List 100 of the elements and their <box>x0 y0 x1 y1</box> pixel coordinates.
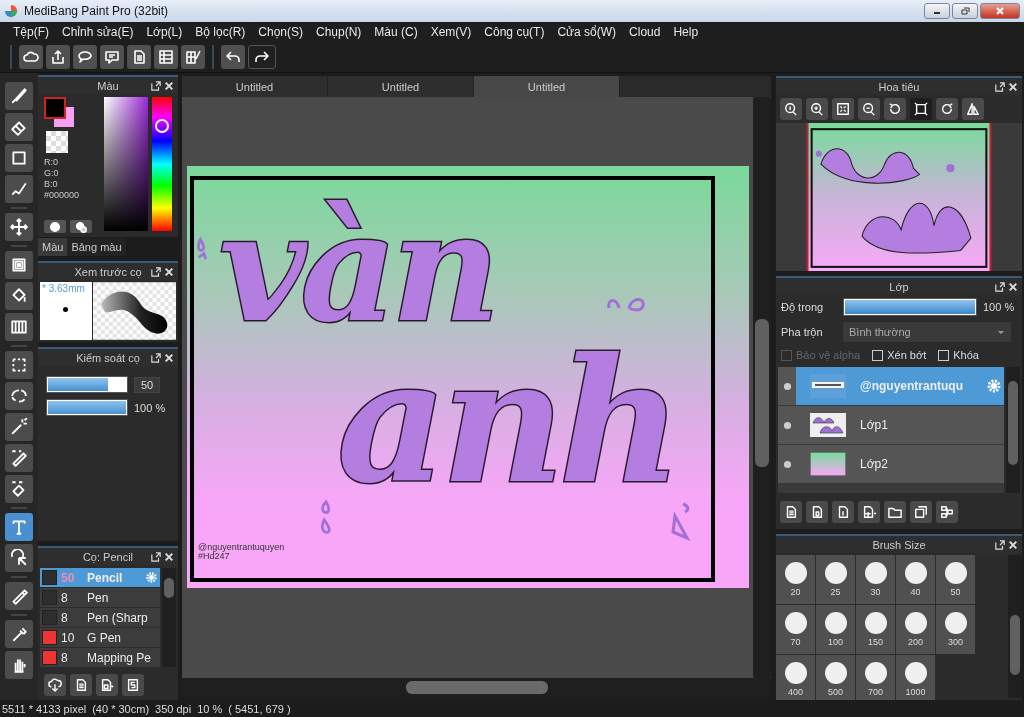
script-button[interactable] <box>122 674 144 696</box>
menu-item[interactable]: Tệp(F) <box>8 25 57 39</box>
selection-eraser-tool[interactable] <box>5 475 33 503</box>
close-icon[interactable] <box>1008 539 1018 550</box>
gradient-tool[interactable] <box>5 313 33 341</box>
settings-icon[interactable] <box>986 378 1002 394</box>
scrollbar[interactable] <box>1006 367 1020 493</box>
brush-size-preset[interactable]: 25 <box>816 555 855 604</box>
selection-rectangle-tool[interactable] <box>5 351 33 379</box>
zoom-reset-button[interactable] <box>780 98 802 120</box>
new-1bit-layer-button[interactable] <box>832 501 854 523</box>
eraser-tool[interactable] <box>5 113 33 141</box>
merge-button[interactable] <box>936 501 958 523</box>
hand-tool[interactable] <box>5 651 33 679</box>
move-tool[interactable] <box>5 213 33 241</box>
rotate-right-button[interactable] <box>936 98 958 120</box>
close-icon[interactable] <box>164 266 174 277</box>
new-layer-button[interactable] <box>780 501 802 523</box>
cloud-button[interactable] <box>19 45 43 69</box>
panel-tab[interactable]: Bảng màu <box>67 238 126 256</box>
close-icon[interactable] <box>1008 81 1018 92</box>
list-button[interactable] <box>154 45 178 69</box>
blend-mode-dropdown[interactable]: Bình thường <box>843 322 1011 342</box>
palette-button[interactable] <box>44 220 66 233</box>
menu-item[interactable]: Công cụ(T) <box>479 25 553 39</box>
menu-item[interactable]: Bộ lọc(R) <box>190 25 254 39</box>
close-icon[interactable] <box>164 80 174 91</box>
square-tool[interactable] <box>5 144 33 172</box>
transparent-swatch[interactable] <box>46 131 68 153</box>
menu-item[interactable]: Help <box>668 25 707 39</box>
checkbox-option[interactable]: Khóa <box>938 349 979 361</box>
visibility-icon[interactable] <box>782 420 792 430</box>
undock-icon[interactable] <box>995 281 1005 292</box>
foreground-color-swatch[interactable] <box>44 97 66 119</box>
menu-item[interactable]: Xem(V) <box>425 25 480 39</box>
undock-icon[interactable] <box>151 352 161 363</box>
canvas-page[interactable]: vàn anh @nguyentrantuquyen #Hd247 <box>187 166 749 588</box>
visibility-icon[interactable] <box>782 381 792 391</box>
new-8bit-layer-button[interactable] <box>806 501 828 523</box>
zoom-in-button[interactable] <box>806 98 828 120</box>
rotate-left-button[interactable] <box>884 98 906 120</box>
brush-item[interactable]: 8 Mapping Pe <box>40 648 160 667</box>
brush-item[interactable]: 8 Pen <box>40 588 160 607</box>
background-color-swatch[interactable] <box>54 107 74 127</box>
undock-icon[interactable] <box>151 80 161 91</box>
color-wheel-button[interactable] <box>70 220 92 233</box>
undock-icon[interactable] <box>151 551 161 562</box>
settings-icon[interactable] <box>145 571 158 584</box>
close-icon[interactable] <box>1008 281 1018 292</box>
magic-wand-tool[interactable] <box>5 413 33 441</box>
brush-size-preset[interactable]: 100 <box>816 605 855 654</box>
scrollbar[interactable] <box>1008 555 1022 698</box>
menu-item[interactable]: Chọn(S) <box>253 25 311 39</box>
menu-item[interactable]: Cửa sổ(W) <box>552 25 625 39</box>
add-brush-button[interactable] <box>96 674 118 696</box>
brush-tool[interactable] <box>5 82 33 110</box>
brush-size-preset[interactable]: 200 <box>896 605 935 654</box>
undock-icon[interactable] <box>151 266 161 277</box>
add-layer-button[interactable] <box>858 501 880 523</box>
minimize-button[interactable] <box>924 3 950 19</box>
lasso-tool[interactable] <box>5 382 33 410</box>
speech-bubble-button[interactable] <box>73 45 97 69</box>
panel-tab[interactable]: Màu <box>38 238 68 256</box>
filled-square-tool[interactable] <box>5 251 33 279</box>
layer-item[interactable]: Lớp2 <box>778 445 1004 483</box>
document-button[interactable] <box>70 674 92 696</box>
selection-pen-tool[interactable] <box>5 444 33 472</box>
color-field[interactable] <box>104 97 148 231</box>
close-icon[interactable] <box>164 352 174 363</box>
frame-button[interactable] <box>910 98 932 120</box>
upload-button[interactable] <box>46 45 70 69</box>
slider-track[interactable] <box>46 376 128 393</box>
document-tab[interactable]: Untitled <box>328 76 474 97</box>
duplicate-button[interactable] <box>910 501 932 523</box>
folder-button[interactable] <box>884 501 906 523</box>
text-tool[interactable] <box>5 513 33 541</box>
polyline-tool[interactable] <box>5 175 33 203</box>
zoom-out-button[interactable] <box>858 98 880 120</box>
bucket-tool[interactable] <box>5 282 33 310</box>
grid-edit-button[interactable] <box>181 45 205 69</box>
document-button[interactable] <box>127 45 151 69</box>
document-tab[interactable]: Untitled <box>474 76 620 97</box>
scrollbar[interactable] <box>162 568 176 667</box>
undo-button[interactable] <box>221 45 245 69</box>
eyedropper-tool[interactable] <box>5 620 33 648</box>
brush-size-preset[interactable]: 70 <box>776 605 815 654</box>
comment-button[interactable] <box>100 45 124 69</box>
close-button[interactable] <box>980 3 1020 19</box>
flip-button[interactable] <box>962 98 984 120</box>
undock-icon[interactable] <box>995 539 1005 550</box>
lasso-pointer-tool[interactable] <box>5 544 33 572</box>
brush-size-preset[interactable]: 300 <box>936 605 975 654</box>
menu-item[interactable]: Màu (C) <box>369 25 426 39</box>
menu-item[interactable]: Cloud <box>624 25 669 39</box>
brush-size-preset[interactable]: 20 <box>776 555 815 604</box>
redo-button[interactable] <box>248 45 276 69</box>
checkbox-option[interactable]: Xén bớt <box>872 349 927 361</box>
layer-item[interactable]: Lớp1 <box>778 406 1004 444</box>
close-icon[interactable] <box>164 551 174 562</box>
brush-item[interactable]: 10 G Pen <box>40 628 160 647</box>
